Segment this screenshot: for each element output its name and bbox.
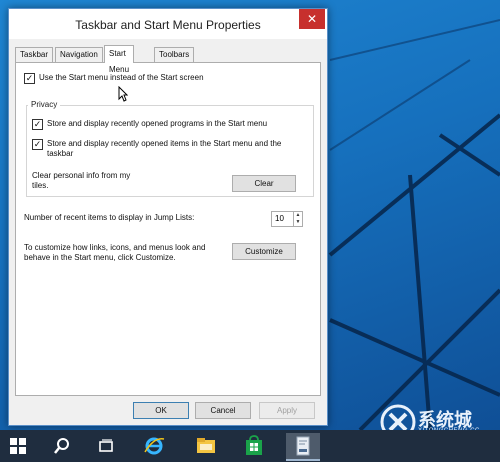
task-view-button[interactable]	[92, 433, 120, 459]
file-explorer-icon	[197, 438, 215, 453]
store-items-label-line2: taskbar	[47, 149, 74, 158]
apply-button[interactable]: Apply	[259, 402, 315, 419]
store-items-label: Store and display recently opened items …	[47, 139, 281, 159]
customize-description: To customize how links, icons, and menus…	[24, 243, 205, 263]
store-button[interactable]	[240, 433, 268, 459]
customize-description-line2: behave in the Start menu, click Customiz…	[24, 253, 176, 262]
store-items-option[interactable]: ✓ Store and display recently opened item…	[32, 139, 281, 159]
file-explorer-button[interactable]	[192, 433, 220, 459]
clear-personal-info-text: Clear personal info from my tiles.	[32, 171, 130, 191]
properties-dialog: Taskbar and Start Menu Properties ✕ Task…	[8, 8, 328, 426]
spinner-up-arrow-icon[interactable]: ▲	[294, 212, 302, 219]
tab-toolbars[interactable]: Toolbars	[154, 47, 195, 62]
store-programs-checkbox[interactable]: ✓	[32, 119, 43, 130]
privacy-group-title: Privacy	[28, 100, 61, 109]
customize-button[interactable]: Customize	[232, 243, 296, 260]
ok-button[interactable]: OK	[133, 402, 189, 419]
jump-list-label: Number of recent items to display in Jum…	[24, 213, 195, 222]
start-button[interactable]	[4, 433, 32, 459]
close-icon: ✕	[306, 12, 318, 26]
search-icon	[54, 438, 69, 454]
use-start-menu-checkbox[interactable]: ✓	[24, 73, 35, 84]
windows-start-icon	[10, 438, 26, 454]
clear-personal-info-line1: Clear personal info from my	[32, 171, 131, 180]
internet-explorer-icon	[144, 437, 165, 455]
jump-list-count-value[interactable]: 10	[275, 214, 284, 223]
spinner-down-arrow-icon[interactable]: ▼	[294, 219, 302, 226]
window-title: Taskbar and Start Menu Properties	[75, 18, 261, 32]
store-items-label-line1: Store and display recently opened items …	[47, 139, 282, 148]
spinner-arrows: ▲ ▼	[293, 212, 302, 226]
taskbar	[0, 430, 500, 462]
store-programs-label: Store and display recently opened progra…	[47, 119, 268, 128]
taskbar-properties-icon	[296, 436, 310, 456]
store-programs-option[interactable]: ✓ Store and display recently opened prog…	[32, 119, 267, 130]
taskbar-properties-button[interactable]	[286, 433, 320, 461]
title-bar[interactable]: Taskbar and Start Menu Properties ✕	[9, 9, 327, 39]
clear-personal-info-line2: tiles.	[32, 181, 49, 190]
task-view-icon	[99, 439, 113, 452]
store-items-checkbox[interactable]: ✓	[32, 139, 43, 150]
tab-taskbar[interactable]: Taskbar	[15, 47, 54, 62]
mouse-cursor-icon	[118, 86, 128, 102]
tab-start-menu[interactable]: Start Menu	[104, 45, 135, 74]
search-button[interactable]	[48, 433, 76, 459]
start-menu-panel: ✓ Use the Start menu instead of the Star…	[15, 62, 321, 396]
internet-explorer-button[interactable]	[140, 433, 168, 459]
jump-list-count-spinner[interactable]: 10 ▲ ▼	[271, 211, 303, 227]
cancel-button[interactable]: Cancel	[195, 402, 251, 419]
tab-navigation[interactable]: Navigation	[55, 47, 103, 62]
clear-button[interactable]: Clear	[232, 175, 296, 192]
customize-description-line1: To customize how links, icons, and menus…	[24, 243, 206, 252]
close-button[interactable]: ✕	[299, 9, 325, 29]
store-icon	[246, 435, 262, 455]
